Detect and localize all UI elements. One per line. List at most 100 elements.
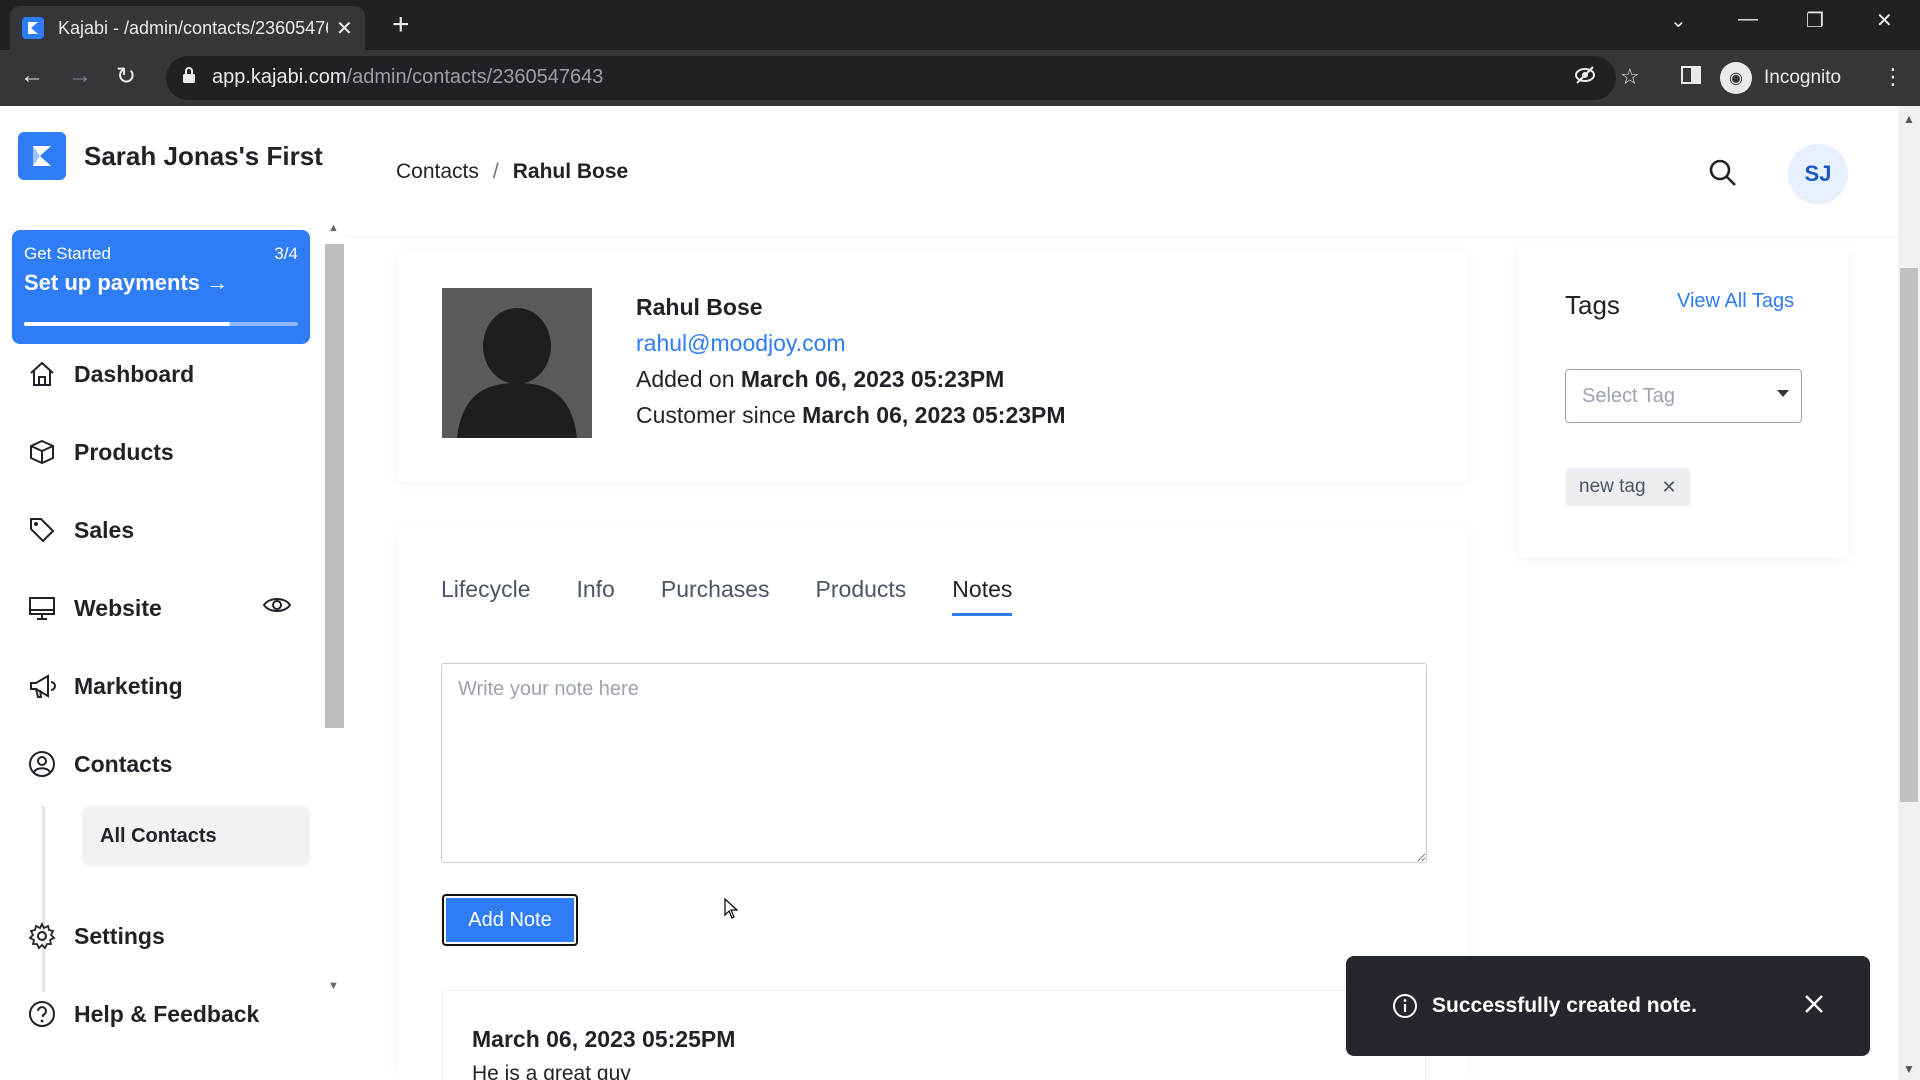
sidebar-subitem-all-contacts[interactable]: All Contacts bbox=[82, 806, 310, 866]
breadcrumb-current: Rahul Bose bbox=[512, 160, 629, 183]
contact-customer-since: Customer since March 06, 2023 05:23PM bbox=[636, 402, 1066, 428]
sidebar-item-label: Help & Feedback bbox=[74, 1000, 260, 1027]
sidebar-item-marketing[interactable]: Marketing bbox=[28, 666, 183, 706]
get-started-count: 3/4 bbox=[274, 244, 298, 263]
breadcrumb-separator: / bbox=[492, 160, 499, 183]
address-bar[interactable]: app.kajabi.com/admin/contacts/2360547643 bbox=[166, 56, 1616, 100]
person-silhouette-icon bbox=[442, 288, 592, 438]
tag-chip-label: new tag bbox=[1579, 476, 1646, 497]
success-toast: Successfully created note. bbox=[1346, 956, 1870, 1056]
sidebar-item-label: Contacts bbox=[74, 750, 173, 777]
box-icon bbox=[30, 439, 54, 465]
arrow-right-icon: → bbox=[206, 270, 229, 295]
tab-title: Kajabi - /admin/contacts/23605476 bbox=[58, 17, 328, 38]
caret-down-icon bbox=[1777, 390, 1789, 397]
search-icon[interactable] bbox=[1708, 158, 1738, 193]
sidebar: Sarah Jonas's First Get Started 3/4 Set … bbox=[0, 106, 348, 1080]
sidebar-item-label: Website bbox=[74, 594, 162, 621]
get-started-label: Get Started bbox=[24, 244, 111, 263]
user-circle-icon bbox=[29, 751, 55, 777]
sidebar-item-label: Sales bbox=[74, 516, 135, 543]
tab-lifecycle[interactable]: Lifecycle bbox=[441, 576, 530, 616]
sidebar-item-label: Settings bbox=[74, 922, 165, 949]
incognito-label: Incognito bbox=[1764, 67, 1842, 88]
monitor-icon bbox=[29, 597, 55, 620]
header-divider bbox=[348, 236, 1898, 237]
reload-icon[interactable]: ↻ bbox=[116, 62, 136, 91]
sidebar-item-products[interactable]: Products bbox=[28, 432, 174, 472]
note-body: He is a great guy bbox=[472, 1062, 631, 1080]
note-date: March 06, 2023 05:25PM bbox=[472, 1026, 736, 1052]
tab-search-icon[interactable]: ⌄ bbox=[1670, 8, 1687, 33]
get-started-heading: Set up payments → bbox=[24, 270, 229, 295]
window-close-icon[interactable]: ✕ bbox=[1876, 8, 1893, 33]
user-avatar[interactable]: SJ bbox=[1788, 144, 1848, 204]
get-started-card[interactable]: Get Started 3/4 Set up payments → bbox=[12, 230, 310, 344]
select-tag-placeholder: Select Tag bbox=[1582, 384, 1676, 407]
scroll-up-icon[interactable]: ▲ bbox=[328, 222, 339, 234]
incognito-indicator[interactable]: ◉ Incognito bbox=[1720, 58, 1841, 98]
brand[interactable]: Sarah Jonas's First bbox=[18, 132, 323, 180]
tag-chip: new tag ✕ bbox=[1565, 468, 1691, 506]
restore-icon[interactable]: ❐ bbox=[1806, 8, 1824, 33]
sidebar-scroll-thumb[interactable] bbox=[325, 244, 344, 728]
get-started-progress-fill bbox=[24, 322, 230, 326]
sidebar-item-label: Products bbox=[74, 438, 174, 465]
page-scroll-thumb[interactable] bbox=[1900, 268, 1918, 802]
note-textarea[interactable] bbox=[441, 663, 1427, 863]
sidebar-item-contacts[interactable]: Contacts bbox=[28, 744, 172, 784]
page-scroll-down-icon[interactable]: ▼ bbox=[1903, 1062, 1915, 1076]
lock-icon bbox=[182, 66, 196, 89]
get-started-progress-bar bbox=[24, 322, 298, 326]
sidebar-item-dashboard[interactable]: Dashboard bbox=[28, 354, 194, 394]
breadcrumb-contacts-link[interactable]: Contacts bbox=[396, 160, 479, 183]
tab-close-icon[interactable]: ✕ bbox=[336, 16, 353, 41]
bookmark-star-icon[interactable]: ☆ bbox=[1620, 64, 1640, 90]
contact-added-on: Added on March 06, 2023 05:23PM bbox=[636, 366, 1005, 392]
back-icon[interactable]: ← bbox=[20, 62, 44, 90]
tab-info[interactable]: Info bbox=[576, 576, 614, 616]
sidebar-item-label: Marketing bbox=[74, 672, 183, 699]
tab-products[interactable]: Products bbox=[816, 576, 907, 616]
sidebar-item-help[interactable]: Help & Feedback bbox=[28, 994, 259, 1034]
sidebar-item-sales[interactable]: Sales bbox=[28, 510, 134, 550]
megaphone-icon bbox=[30, 674, 56, 698]
minimize-icon[interactable]: — bbox=[1738, 8, 1758, 31]
browser-tab-bar: Kajabi - /admin/contacts/23605476 ✕ + ⌄ … bbox=[0, 0, 1920, 50]
forward-icon[interactable]: → bbox=[68, 62, 92, 90]
url-text: app.kajabi.com/admin/contacts/2360547643 bbox=[212, 66, 604, 88]
contact-avatar bbox=[442, 288, 592, 438]
toast-message: Successfully created note. bbox=[1432, 994, 1697, 1017]
page-scroll-up-icon[interactable]: ▲ bbox=[1903, 112, 1915, 126]
contact-tabs: Lifecycle Info Purchases Products Notes bbox=[441, 576, 1058, 616]
incognito-icon: ◉ bbox=[1720, 62, 1752, 94]
add-note-button[interactable]: Add Note bbox=[442, 894, 578, 946]
sidebar-item-label: Dashboard bbox=[74, 360, 195, 387]
gear-icon bbox=[28, 922, 56, 950]
home-icon bbox=[30, 361, 54, 386]
new-tab-button[interactable]: + bbox=[392, 8, 410, 42]
kajabi-favicon-icon bbox=[22, 17, 44, 39]
tags-title: Tags bbox=[1565, 290, 1620, 320]
select-tag-dropdown[interactable]: Select Tag bbox=[1565, 369, 1802, 423]
browser-tab[interactable]: Kajabi - /admin/contacts/23605476 ✕ bbox=[10, 6, 365, 50]
breadcrumb: Contacts / Rahul Bose bbox=[396, 160, 628, 184]
contact-email-link[interactable]: rahul@moodjoy.com bbox=[636, 330, 846, 357]
view-all-tags-link[interactable]: View All Tags bbox=[1677, 290, 1794, 313]
help-icon bbox=[29, 1001, 55, 1027]
tab-notes[interactable]: Notes bbox=[952, 576, 1013, 616]
scroll-down-icon[interactable]: ▼ bbox=[328, 980, 339, 992]
side-panel-icon[interactable] bbox=[1680, 64, 1702, 92]
sidebar-item-settings[interactable]: Settings bbox=[28, 916, 165, 956]
tab-purchases[interactable]: Purchases bbox=[661, 576, 770, 616]
contact-name: Rahul Bose bbox=[636, 294, 763, 320]
kajabi-logo-icon bbox=[18, 132, 66, 180]
preview-eye-icon[interactable] bbox=[262, 594, 292, 621]
browser-menu-icon[interactable]: ⋮ bbox=[1882, 64, 1904, 90]
sub-nav-line bbox=[42, 806, 45, 992]
mouse-cursor-icon bbox=[724, 898, 739, 919]
tracking-protection-icon[interactable] bbox=[1574, 64, 1596, 92]
sidebar-item-website[interactable]: Website bbox=[28, 588, 162, 628]
toast-close-icon[interactable] bbox=[1802, 992, 1826, 1016]
remove-tag-icon[interactable]: ✕ bbox=[1662, 477, 1677, 498]
